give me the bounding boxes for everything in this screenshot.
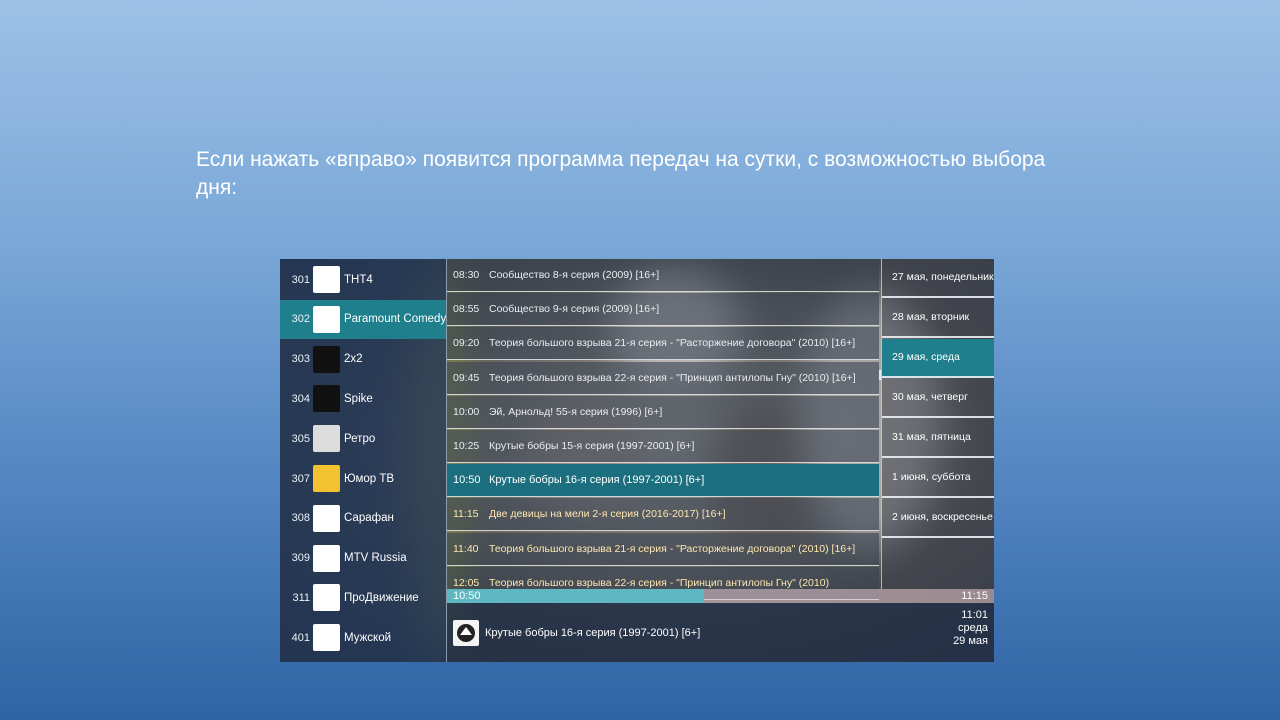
program-progress-bar: 10:50 11:15 [447, 589, 994, 603]
program-title: Теория большого взрыва 22-я серия - "При… [489, 371, 856, 384]
program-row[interactable]: 11:15 Две девицы на мели 2-я серия (2016-… [447, 498, 879, 532]
channel-name: Paramount Comedy [343, 313, 446, 326]
program-time: 09:20 [453, 337, 480, 350]
channel-name: Spike [344, 392, 373, 405]
day-label: 28 мая, вторник [892, 311, 970, 323]
program-row[interactable]: 08:30 Сообщество 8-я серия (2009) [16+] [447, 259, 879, 292]
tnt4-logo-icon [313, 266, 340, 293]
prodvizhenie-logo-icon [313, 584, 340, 612]
tv-epg-screen: 301 ТНТ4 302 Paramount Comedy 303 2x2 304 Spike… [280, 259, 994, 662]
day-row[interactable]: 30 мая, четверг [882, 379, 994, 418]
channel-row[interactable]: 308 Сарафан [280, 499, 446, 538]
channel-name: Сарафан [344, 512, 394, 525]
channel-name: Ретро [344, 432, 376, 445]
channel-row[interactable]: 309 MTV Russia [280, 539, 446, 578]
paramount-comedy-logo-icon [312, 305, 340, 333]
program-time: 10:50 [453, 474, 481, 487]
program-row[interactable]: 09:20 Теория большого взрыва 21-я серия -… [447, 327, 879, 361]
program-row[interactable]: 09:45 Теория большого взрыва 22-я серия -… [447, 361, 879, 395]
day-label: 30 мая, четверг [892, 391, 968, 403]
day-label: 29 мая, среда [892, 351, 960, 363]
2x2-logo-icon [313, 345, 340, 373]
program-time: 12:05 [453, 576, 480, 589]
retro-logo-icon [313, 425, 340, 453]
day-label: 27 мая, понедельник [892, 271, 994, 283]
program-title: Сообщество 9-я серия (2009) [16+] [489, 303, 660, 316]
day-row[interactable]: 27 мая, понедельник [882, 259, 994, 298]
progress-end-time: 11:15 [961, 590, 988, 602]
clock-weekday: среда [957, 622, 988, 634]
program-title: Две девицы на мели 2-я серия (2016-2017)… [489, 508, 726, 521]
channel-number: 303 [291, 353, 310, 366]
channel-number: 307 [291, 472, 310, 485]
day-label: 2 июня, воскресенье [892, 511, 993, 523]
progress-fill [447, 589, 705, 603]
program-time: 10:00 [453, 405, 480, 418]
channel-name: ПроДвижение [344, 591, 419, 604]
channel-number: 311 [292, 591, 310, 604]
program-row[interactable]: 11:40 Теория большого взрыва 21-я серия -… [447, 532, 879, 566]
clock-date: 29 мая [953, 635, 988, 647]
day-row[interactable]: 1 июня, суббота [882, 459, 994, 498]
program-title: Сообщество 8-я серия (2009) [16+] [489, 269, 660, 281]
channel-name: 2x2 [344, 353, 363, 366]
progress-start-time: 10:50 [453, 590, 481, 602]
clock: 11:01 среда 29 мая [953, 609, 988, 648]
program-row[interactable]: 10:00 Эй, Арнольд! 55-я серия (1996) [6+] [447, 395, 879, 429]
clock-time: 11:01 [961, 609, 988, 621]
sarafan-logo-icon [313, 504, 340, 532]
day-label: 31 мая, пятница [892, 431, 971, 443]
channel-row[interactable]: 305 Ретро [280, 419, 446, 458]
channel-number: 304 [291, 392, 310, 405]
channel-row[interactable]: 307 Юмор ТВ [280, 459, 446, 498]
channel-number: 401 [291, 631, 310, 644]
now-playing-bar: Крутые бобры 16-я серия (1997-2001) [6+]… [447, 603, 994, 662]
channel-row[interactable]: 302 Paramount Comedy [280, 299, 446, 339]
day-list: 27 мая, понедельник 28 мая, вторник 29 мая… [881, 259, 994, 589]
paramount-comedy-logo-icon [453, 619, 479, 646]
program-title: Теория большого взрыва 22-я серия - "При… [489, 576, 830, 589]
channel-row[interactable]: 401 Мужской [280, 618, 446, 657]
program-title: Крутые бобры 16-я серия (1997-2001) [6+] [489, 474, 705, 487]
day-row[interactable]: 28 мая, вторник [882, 299, 994, 338]
program-row[interactable]: 10:50 Крутые бобры 16-я серия (1997-2001)… [447, 464, 879, 498]
muzhskoy-logo-icon [313, 624, 340, 652]
program-title: Эй, Арнольд! 55-я серия (1996) [6+] [489, 405, 663, 418]
yumor-tv-logo-icon [313, 465, 340, 492]
channel-name: ТНТ4 [344, 273, 373, 286]
day-row[interactable]: 29 мая, среда [882, 339, 994, 378]
program-time: 09:45 [453, 371, 480, 384]
now-playing-title: Крутые бобры 16-я серия (1997-2001) [6+] [485, 626, 701, 639]
program-title: Теория большого взрыва 21-я серия - "Рас… [489, 337, 856, 350]
program-row[interactable]: 10:25 Крутые бобры 15-я серия (1997-2001)… [447, 430, 879, 463]
program-time: 10:25 [453, 440, 480, 452]
mtv-logo-icon [313, 544, 340, 572]
program-time: 11:15 [453, 508, 479, 521]
program-time: 08:30 [453, 269, 480, 281]
channel-number: 309 [291, 552, 310, 565]
channel-name: Юмор ТВ [344, 472, 395, 485]
channel-row[interactable]: 304 Spike [280, 379, 446, 418]
day-row[interactable]: 2 июня, воскресенье [882, 499, 994, 538]
program-title: Крутые бобры 15-я серия (1997-2001) [6+] [489, 440, 695, 452]
channel-row[interactable]: 301 ТНТ4 [280, 260, 446, 299]
program-time: 08:55 [453, 303, 480, 316]
channel-number: 301 [291, 273, 310, 286]
program-list: 08:30 Сообщество 8-я серия (2009) [16+] 08… [447, 259, 879, 600]
channel-list: 301 ТНТ4 302 Paramount Comedy 303 2x2 304 Spike… [280, 259, 447, 662]
program-time: 11:40 [453, 542, 479, 555]
day-label: 1 июня, суббота [892, 471, 971, 483]
channel-name: MTV Russia [344, 552, 407, 565]
program-row[interactable]: 08:55 Сообщество 9-я серия (2009) [16+] [447, 293, 879, 327]
channel-row[interactable]: 311 ПроДвижение [280, 578, 446, 617]
channel-number: 308 [291, 512, 310, 525]
channel-row[interactable]: 303 2x2 [280, 340, 446, 379]
channel-number: 305 [291, 432, 310, 445]
channel-number: 302 [291, 313, 310, 326]
day-row[interactable]: 31 мая, пятница [882, 419, 994, 458]
spike-logo-icon [313, 385, 340, 413]
channel-name: Мужской [344, 631, 392, 644]
program-title: Теория большого взрыва 21-я серия - "Рас… [489, 542, 856, 555]
slide-caption: Если нажать «вправо» появится программа … [196, 148, 1046, 199]
